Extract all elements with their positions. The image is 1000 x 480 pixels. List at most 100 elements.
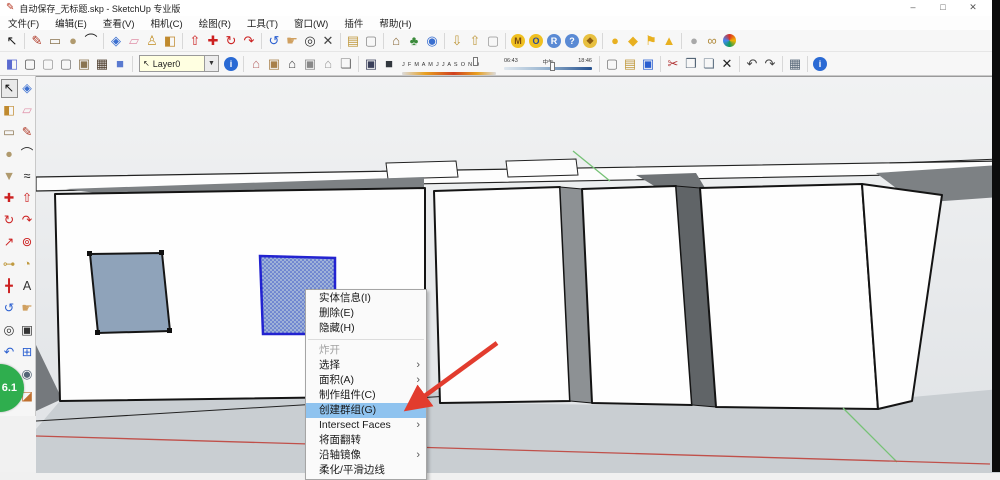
time-slider-handle[interactable] (550, 62, 555, 71)
badge-m-icon[interactable]: M (511, 34, 525, 48)
context-menu-item-erase[interactable]: 删除(E) (306, 306, 426, 321)
paint-bucket-icon[interactable]: ◧ (1, 101, 18, 120)
select-tool-icon[interactable]: ↖ (3, 32, 21, 50)
badge-r-icon[interactable]: R (547, 34, 561, 48)
viewport[interactable] (36, 76, 1000, 473)
badge-o-icon[interactable]: O (529, 34, 543, 48)
zoom-tool-icon[interactable]: ◎ (301, 32, 319, 50)
gray-sphere-icon[interactable]: ● (685, 32, 703, 50)
export-icon[interactable]: ▤ (344, 32, 362, 50)
maximize-button[interactable]: □ (928, 0, 958, 16)
menu-view[interactable]: 查看(V) (95, 16, 143, 30)
style-wireframe-icon[interactable]: ▢ (21, 54, 39, 73)
close-button[interactable]: ✕ (958, 0, 988, 16)
tape-measure-icon[interactable]: ⊶ (1, 255, 18, 274)
minimize-button[interactable]: – (898, 0, 928, 16)
context-menu-item-hide[interactable]: 隐藏(H) (306, 321, 426, 336)
menu-help[interactable]: 帮助(H) (371, 16, 419, 30)
context-menu-item-intersect-faces[interactable]: Intersect Faces› (306, 418, 426, 433)
badge-tag-icon[interactable]: ❖ (583, 34, 597, 48)
context-menu-item-make-component[interactable]: 制作组件(C) (306, 388, 426, 403)
zoom-window-icon[interactable]: ▣ (19, 321, 36, 340)
google-earth-icon[interactable]: ◉ (423, 32, 441, 50)
paste-icon[interactable]: ❏ (700, 54, 718, 73)
toggle-terrain-icon[interactable]: ♣ (405, 32, 423, 50)
push-pull-tool-icon[interactable]: ⇧ (19, 189, 36, 208)
scale-tool-icon[interactable]: ↗ (1, 233, 18, 252)
zoom-tool-icon[interactable]: ◎ (1, 321, 18, 340)
pink-house-icon[interactable]: ⌂ (247, 54, 265, 73)
circle-tool-icon[interactable]: ● (64, 32, 82, 50)
context-menu-item-soften-smooth-edges[interactable]: 柔化/平滑边线 (306, 463, 426, 478)
style-xray-icon[interactable]: ◧ (3, 54, 21, 73)
circle-tool-icon[interactable]: ● (1, 145, 18, 164)
rectangle-tool-icon[interactable]: ▭ (1, 123, 18, 142)
shadow-date-track[interactable] (402, 72, 496, 75)
white-box-icon[interactable]: ▢ (484, 32, 502, 50)
context-menu-item-make-group[interactable]: 创建群组(G) (306, 403, 426, 418)
polygon-tool-icon[interactable]: ▼ (1, 167, 18, 186)
shadow-date-slider[interactable]: J F M A M J J A S O N D (402, 53, 496, 75)
cut-icon[interactable]: ✂ (664, 54, 682, 73)
x-glasses-icon[interactable]: ∞ (703, 32, 721, 50)
model-info-icon[interactable]: i (813, 57, 827, 71)
wall-2[interactable] (434, 187, 570, 403)
move-tool-icon[interactable]: ✚ (1, 189, 18, 208)
context-menu-item-entity-info[interactable]: 实体信息(I) (306, 291, 426, 306)
badge-help-icon[interactable]: ? (565, 34, 579, 48)
eraser-tool-icon[interactable]: ▱ (19, 101, 36, 120)
orbit-tool-icon[interactable]: ↺ (265, 32, 283, 50)
shadow-time-slider[interactable]: 06:43 中午 18:46 (504, 58, 592, 70)
open-file-icon[interactable]: ▤ (621, 54, 639, 73)
copy-icon[interactable]: ❐ (682, 54, 700, 73)
menu-edit[interactable]: 编辑(E) (47, 16, 95, 30)
style-shaded-icon[interactable]: ▣ (75, 54, 93, 73)
text-tool-icon[interactable]: A (19, 277, 36, 296)
dropdown-arrow-icon[interactable]: ▼ (204, 56, 218, 71)
offset-tool-icon[interactable]: ⊚ (19, 233, 36, 252)
walls[interactable] (55, 184, 942, 409)
print-icon[interactable]: ▦ (786, 54, 804, 73)
arc-tool-icon[interactable]: ⌒ (19, 145, 36, 164)
shadow-time-track[interactable] (504, 67, 592, 70)
rotate-tool-icon[interactable]: ↻ (222, 32, 240, 50)
layer-manager-icon[interactable]: i (224, 57, 238, 71)
line-tool-icon[interactable]: ✎ (19, 123, 36, 142)
select-tool-icon[interactable]: ↖ (1, 79, 18, 98)
cone-icon[interactable]: ▲ (660, 32, 678, 50)
follow-me-tool-icon[interactable]: ↷ (19, 211, 36, 230)
pan-tool-icon[interactable]: ☛ (19, 299, 36, 318)
figure-tool-icon[interactable]: ♙ (143, 32, 161, 50)
flag-icon[interactable]: ⚑ (642, 32, 660, 50)
arc-tool-icon[interactable]: ⌒ (82, 32, 100, 50)
zoom-extents-icon[interactable]: ⊞ (19, 343, 36, 362)
zoom-extents-icon[interactable]: ✕ (319, 32, 337, 50)
make-component-icon[interactable]: ◈ (107, 32, 125, 50)
home-icon[interactable]: ⌂ (283, 54, 301, 73)
delete-icon[interactable]: ✕ (718, 54, 736, 73)
zoom-previous-icon[interactable]: ↶ (1, 343, 18, 362)
rectangle-tool-icon[interactable]: ▭ (46, 32, 64, 50)
redo-icon[interactable]: ↷ (761, 54, 779, 73)
make-component-icon[interactable]: ◈ (19, 79, 36, 98)
split-view-icon[interactable]: ❏ (337, 54, 355, 73)
document-icon[interactable]: ▢ (362, 32, 380, 50)
protractor-icon[interactable]: ◔ (19, 255, 36, 274)
wall-3[interactable] (582, 186, 692, 405)
shadow-dialog-icon[interactable]: ▣ (362, 54, 380, 73)
follow-me-tool-icon[interactable]: ↷ (240, 32, 258, 50)
home-outline-icon[interactable]: ⌂ (319, 54, 337, 73)
shadow-toggle-icon[interactable]: ■ (380, 54, 398, 73)
context-menu-item-flip-along[interactable]: 沿轴镜像› (306, 448, 426, 463)
context-menu-item-area[interactable]: 面积(A)› (306, 373, 426, 388)
layer-dropdown[interactable]: ↖ Layer0 ▼ (139, 55, 219, 72)
undo-icon[interactable]: ↶ (743, 54, 761, 73)
freehand-tool-icon[interactable]: ≈ (19, 167, 36, 186)
sphere-icon[interactable]: ● (606, 32, 624, 50)
push-pull-tool-icon[interactable]: ⇧ (186, 32, 204, 50)
style-shaded-off-icon[interactable]: ▢ (57, 54, 75, 73)
context-menu-item-reverse-faces[interactable]: 将面翻转 (306, 433, 426, 448)
save-template-icon[interactable]: ▣ (301, 54, 319, 73)
diamond-icon[interactable]: ◆ (624, 32, 642, 50)
date-slider-handle[interactable] (473, 57, 478, 66)
